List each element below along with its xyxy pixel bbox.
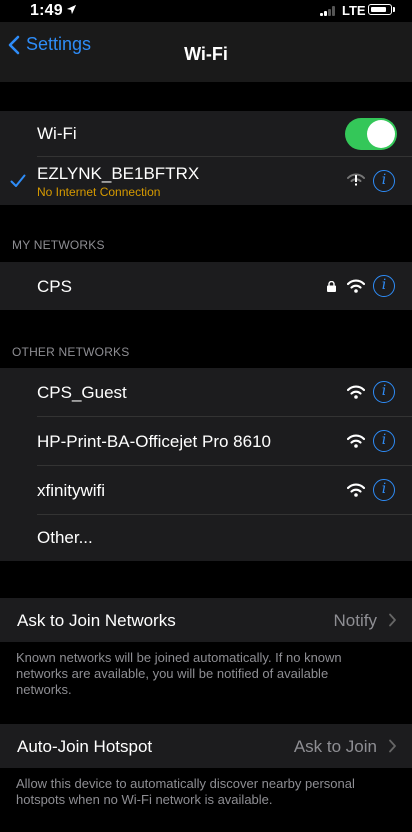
wifi-icon <box>347 385 365 399</box>
network-row[interactable]: HP-Print-BA-Officejet Pro 8610 i <box>0 417 412 465</box>
network-row[interactable]: xfinitywifi i <box>0 466 412 514</box>
page-title: Wi-Fi <box>184 44 228 64</box>
cellular-signal-icon <box>320 6 338 16</box>
wifi-toggle[interactable] <box>345 118 397 150</box>
ask-to-join-value: Notify <box>333 611 377 630</box>
network-name: CPS <box>37 277 72 296</box>
info-icon[interactable]: i <box>373 170 395 192</box>
info-icon[interactable]: i <box>373 275 395 297</box>
my-networks-header: MY NETWORKS <box>12 238 105 252</box>
info-icon[interactable]: i <box>373 479 395 501</box>
ask-to-join-note: Known networks will be joined automatica… <box>16 650 342 697</box>
wifi-warning-icon <box>347 173 365 186</box>
connected-network-row[interactable]: EZLYNK_BE1BFTRX No Internet Connection i <box>0 157 412 205</box>
other-networks-header: OTHER NETWORKS <box>12 345 130 359</box>
chevron-right-icon <box>389 739 396 753</box>
wifi-icon <box>347 279 365 293</box>
connection-status: No Internet Connection <box>37 185 161 199</box>
lock-icon <box>327 281 336 292</box>
other-network-row[interactable]: Other... <box>0 515 412 561</box>
network-row[interactable]: CPS i <box>0 262 412 310</box>
connected-network-name: EZLYNK_BE1BFTRX <box>37 164 200 183</box>
info-icon[interactable]: i <box>373 430 395 452</box>
auto-join-hotspot-row[interactable]: Auto-Join Hotspot Ask to Join <box>0 724 412 768</box>
network-name: HP-Print-BA-Officejet Pro 8610 <box>37 432 271 451</box>
other-networks-group: CPS_Guest i HP-Print-BA-Officejet Pro 86… <box>0 368 412 561</box>
toggle-knob <box>367 120 395 148</box>
network-name: CPS_Guest <box>37 383 127 402</box>
wifi-icon <box>347 483 365 497</box>
network-name: xfinitywifi <box>37 481 106 500</box>
auto-join-hotspot-value: Ask to Join <box>293 737 377 756</box>
wifi-toggle-label: Wi-Fi <box>37 124 77 143</box>
network-type: LTE <box>342 3 366 18</box>
network-row[interactable]: CPS_Guest i <box>0 368 412 416</box>
info-icon[interactable]: i <box>373 381 395 403</box>
checkmark-icon <box>10 174 26 187</box>
status-time: 1:49 <box>30 2 63 19</box>
ask-to-join-row[interactable]: Ask to Join Networks Notify <box>0 598 412 642</box>
ask-to-join-label: Ask to Join Networks <box>17 611 176 630</box>
auto-join-hotspot-label: Auto-Join Hotspot <box>17 737 153 756</box>
location-arrow-icon <box>66 4 77 18</box>
battery-tip <box>393 7 395 12</box>
wifi-icon <box>347 434 365 448</box>
auto-join-hotspot-note: Allow this device to automatically disco… <box>16 776 355 807</box>
my-networks-group: CPS i <box>0 262 412 310</box>
battery-icon <box>368 4 392 15</box>
chevron-right-icon <box>389 613 396 627</box>
other-network-label: Other... <box>37 528 93 547</box>
